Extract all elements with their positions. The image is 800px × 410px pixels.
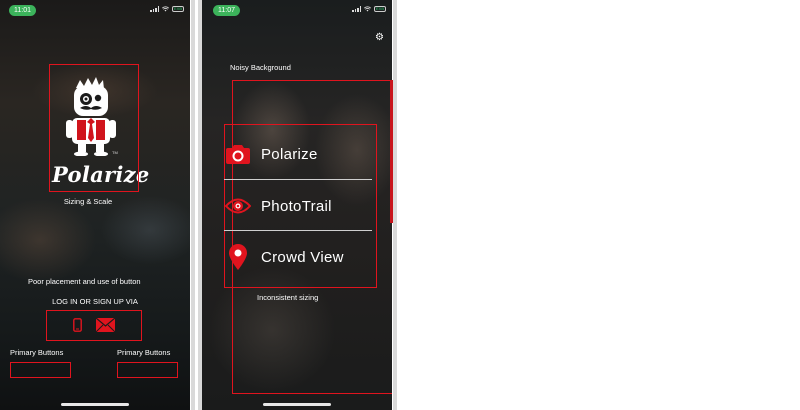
annotation-primary-right: Primary Buttons — [117, 348, 171, 357]
status-time: 11:01 — [9, 5, 36, 16]
phone-screen-login: 11:01 EXB TM Polarize Sizing & Scale Poo… — [0, 0, 190, 410]
map-pin-icon — [224, 243, 252, 271]
camera-icon — [224, 140, 252, 168]
wifi-icon — [364, 6, 371, 12]
menu-item-label: Polarize — [261, 145, 318, 163]
screenshot-stage: 11:01 EXB TM Polarize Sizing & Scale Poo… — [0, 0, 800, 410]
home-indicator[interactable] — [263, 403, 331, 406]
login-options — [73, 318, 115, 332]
eye-icon — [224, 192, 252, 220]
menu-item-label: PhotoTrail — [261, 197, 332, 215]
status-icons: EXB — [150, 6, 184, 12]
primary-button-left[interactable] — [10, 362, 71, 378]
annotation-sizing-scale: Sizing & Scale — [63, 197, 113, 206]
signal-icon — [150, 6, 159, 12]
battery-icon: EXB — [172, 6, 184, 12]
annotation-noisy-background: Noisy Background — [230, 63, 291, 72]
menu-item-polarize[interactable]: Polarize — [224, 134, 374, 174]
mail-icon[interactable] — [96, 318, 115, 332]
divider — [191, 0, 195, 410]
battery-icon: EXB — [374, 6, 386, 12]
primary-button-right[interactable] — [117, 362, 178, 378]
menu-item-label: Crowd View — [261, 248, 344, 266]
home-indicator[interactable] — [61, 403, 129, 406]
status-time: 11:07 — [213, 5, 240, 16]
annotation-box-logo — [49, 64, 139, 192]
menu-divider — [224, 179, 372, 180]
annotation-inconsistent-sizing: Inconsistent sizing — [257, 293, 319, 302]
menu-item-phototrail[interactable]: PhotoTrail — [224, 186, 374, 226]
phone-screen-menu: 11:07 EXB ⚙ Noisy Background Polarize Ph… — [202, 0, 392, 410]
status-icons: EXB — [352, 6, 386, 12]
wifi-icon — [162, 6, 169, 12]
divider — [393, 0, 397, 410]
login-signup-label: LOG IN OR SIGN UP VIA — [52, 297, 138, 306]
signal-icon — [352, 6, 361, 12]
phone-icon[interactable] — [73, 318, 82, 332]
menu-item-crowd-view[interactable]: Crowd View — [224, 237, 374, 277]
annotation-primary-left: Primary Buttons — [10, 348, 64, 357]
annotation-poor-placement: Poor placement and use of button — [28, 277, 141, 286]
menu-divider — [224, 230, 372, 231]
gear-icon[interactable]: ⚙ — [375, 33, 384, 43]
